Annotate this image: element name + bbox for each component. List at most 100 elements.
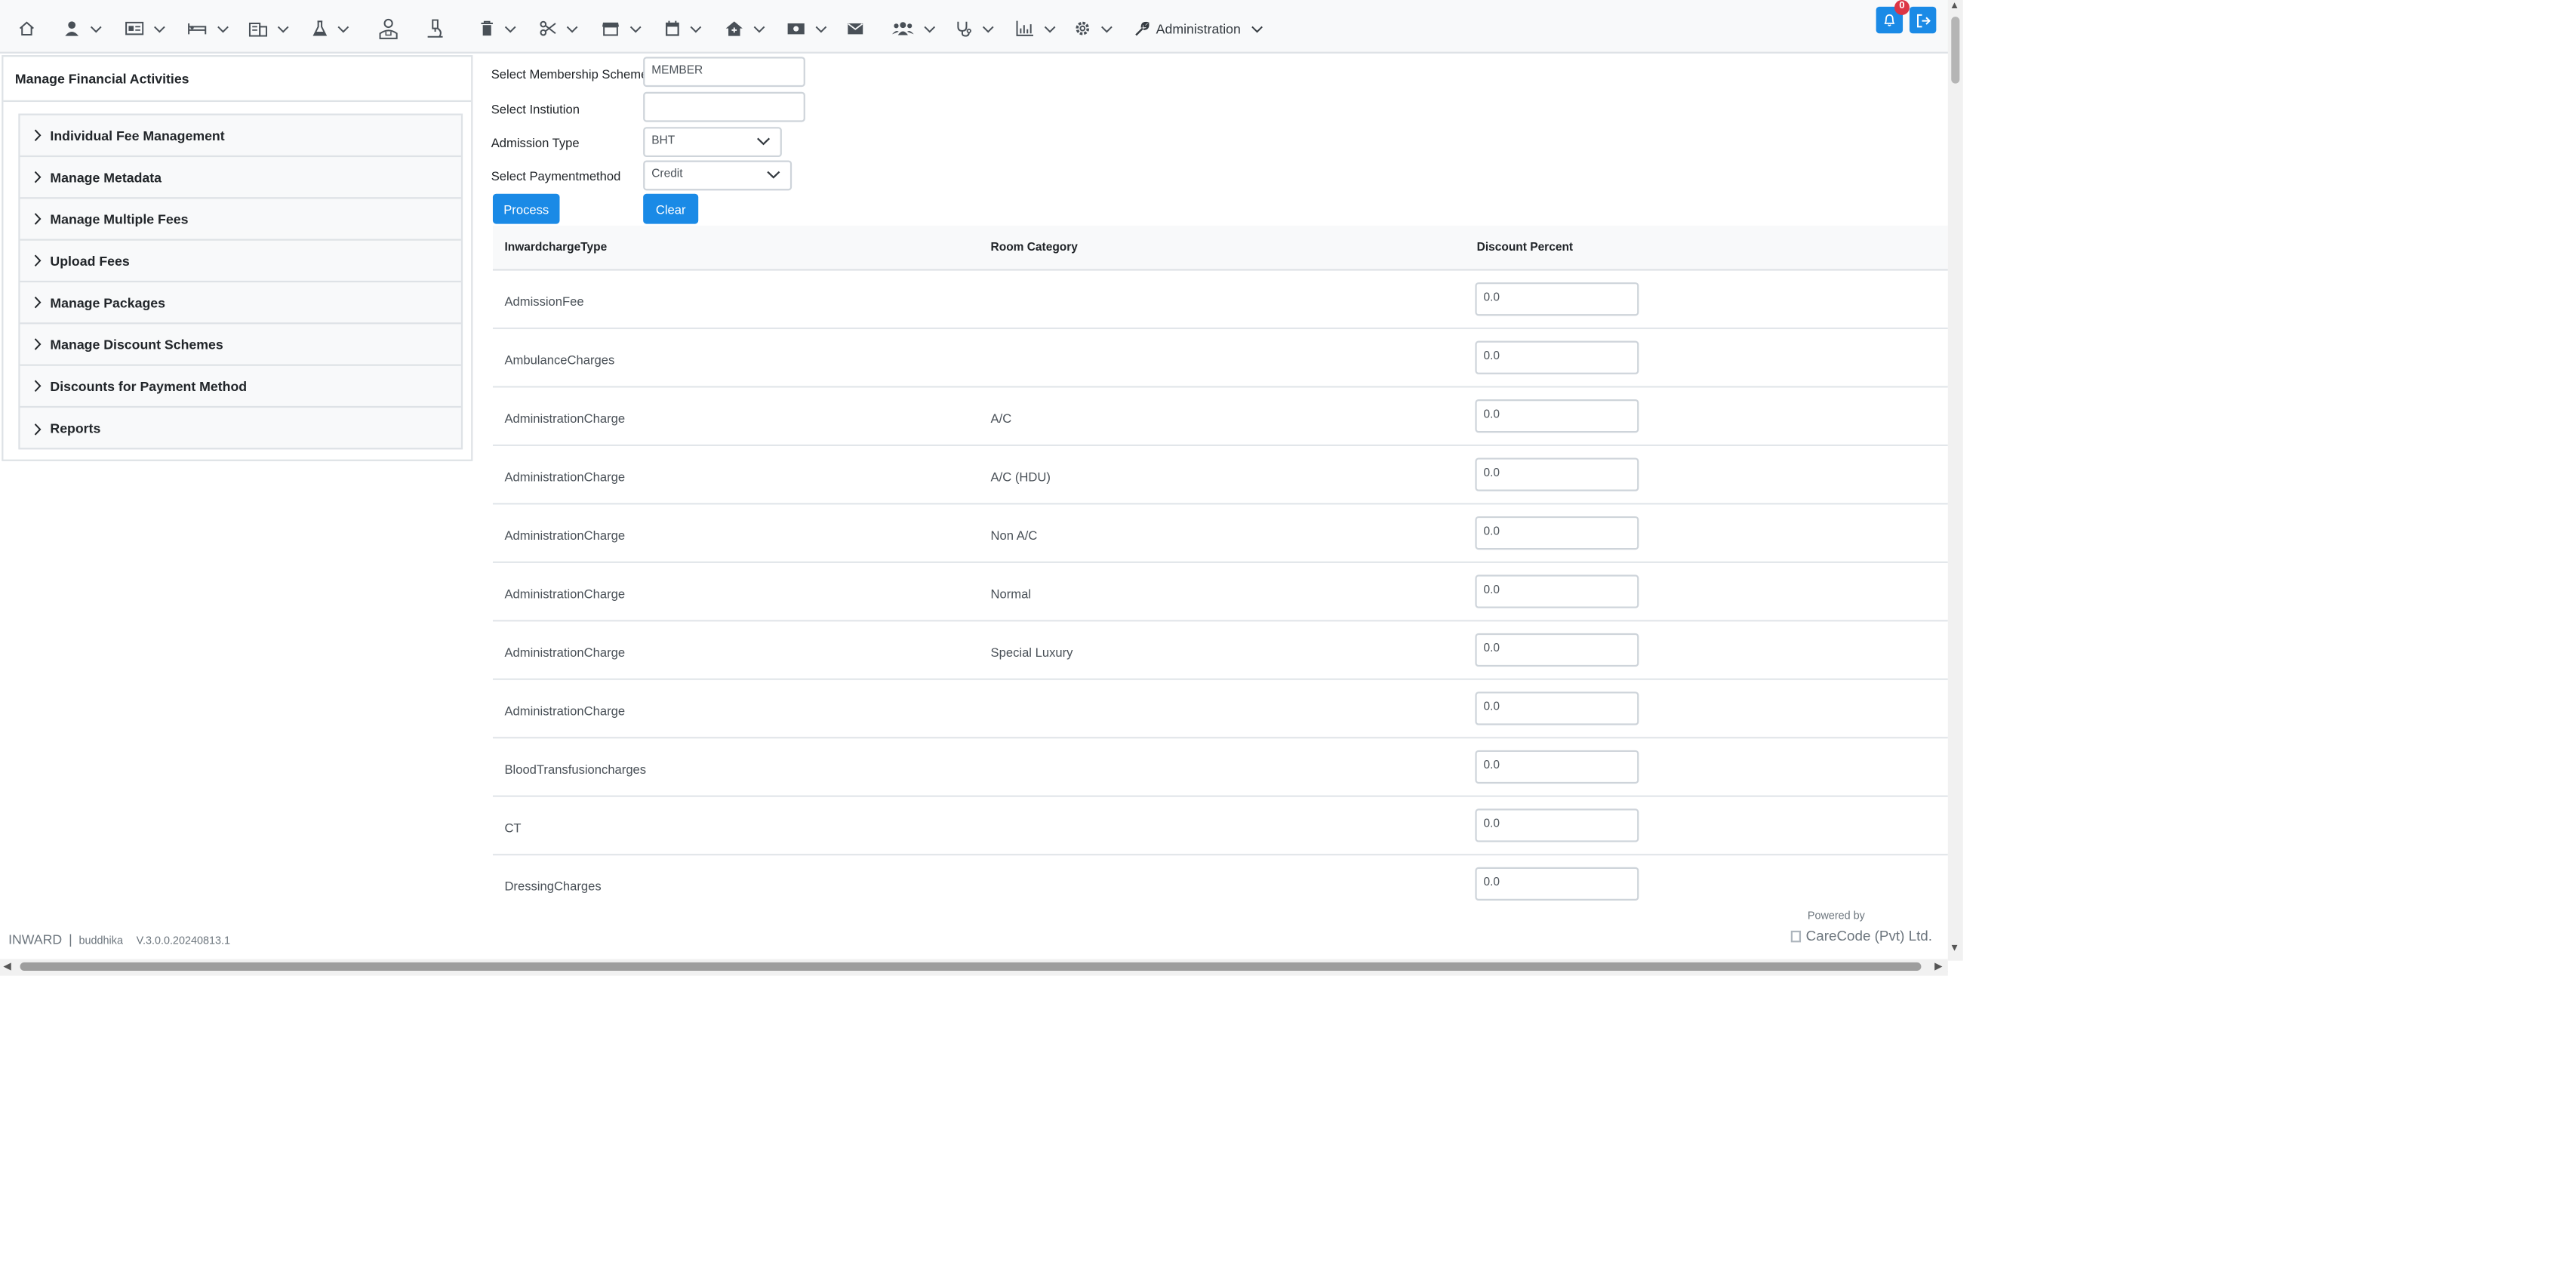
powered-by-text: Powered by xyxy=(1807,910,1865,922)
discount-percent-input[interactable]: 0.0 xyxy=(1475,691,1639,725)
payment-method-select[interactable]: Credit xyxy=(643,160,792,191)
discount-percent-input[interactable]: 0.0 xyxy=(1475,340,1639,374)
room-category-cell: A/C (HDU) xyxy=(990,469,1051,485)
chevron-right-icon xyxy=(34,129,42,142)
sidebar-item-manage-discount-schemes[interactable]: Manage Discount Schemes xyxy=(20,324,461,366)
sidebar-item-label: Discounts for Payment Method xyxy=(50,378,248,394)
sidebar-item-label: Reports xyxy=(50,420,101,436)
notification-button[interactable]: 0 xyxy=(1876,0,1910,34)
column-header-discount-percent: Discount Percent xyxy=(1476,242,1574,254)
chevron-down-icon xyxy=(566,25,578,32)
discount-percent-input[interactable]: 0.0 xyxy=(1475,574,1639,608)
chevron-right-icon xyxy=(34,171,42,183)
sidebar-item-manage-metadata[interactable]: Manage Metadata xyxy=(20,157,461,199)
discount-percent-input[interactable]: 0.0 xyxy=(1475,808,1639,842)
administration-label: Administration xyxy=(1156,20,1241,36)
chevron-down-icon xyxy=(337,25,349,32)
process-button[interactable]: Process xyxy=(492,193,560,224)
inward-charge-type-cell: CT xyxy=(504,820,522,836)
clear-button[interactable]: Clear xyxy=(643,193,699,224)
chevron-right-icon xyxy=(34,380,42,393)
microscope-icon[interactable] xyxy=(426,15,444,42)
horizontal-scrollbar[interactable]: ◀ ▶ xyxy=(0,959,1948,976)
sidebar-item-discounts-for-payment-method[interactable]: Discounts for Payment Method xyxy=(20,366,461,408)
channelling-menu[interactable] xyxy=(725,15,765,42)
hr-menu[interactable] xyxy=(891,15,936,42)
inward-charge-type-cell: AdministrationCharge xyxy=(504,703,626,719)
table-row: DressingCharges 0.0 xyxy=(492,855,1948,914)
table-row: BloodTransfusioncharges 0.0 xyxy=(492,738,1948,797)
store-icon xyxy=(602,22,620,36)
payment-method-label: Select Paymentmethod xyxy=(491,168,621,184)
inward-menu[interactable] xyxy=(187,15,229,42)
chevron-down-icon xyxy=(767,171,780,179)
scroll-left-arrow-icon[interactable]: ◀ xyxy=(3,961,11,972)
admission-type-value: BHT xyxy=(651,135,676,147)
vertical-scrollbar[interactable]: ▲ ▼ xyxy=(1947,0,1963,961)
appointment-menu[interactable] xyxy=(665,15,702,42)
sidebar-item-label: Manage Packages xyxy=(50,294,165,310)
chevron-right-icon xyxy=(34,338,42,350)
discount-percent-input[interactable]: 0.0 xyxy=(1475,516,1639,550)
sidebar-item-manage-packages[interactable]: Manage Packages xyxy=(20,282,461,325)
settings-menu[interactable] xyxy=(1074,15,1113,42)
membership-scheme-input[interactable]: MEMBER xyxy=(643,57,805,88)
chart-icon xyxy=(1016,20,1033,36)
doctor-icon[interactable] xyxy=(377,15,399,42)
stethoscope-icon xyxy=(957,21,971,37)
reports-menu[interactable] xyxy=(1016,15,1056,42)
theatre-menu[interactable] xyxy=(540,15,578,42)
discount-percent-input[interactable]: 0.0 xyxy=(1475,633,1639,667)
logout-button[interactable] xyxy=(1909,6,1937,34)
sidebar-item-upload-fees[interactable]: Upload Fees xyxy=(20,241,461,283)
inward-charge-type-cell: AdministrationCharge xyxy=(504,528,626,544)
trash-icon xyxy=(481,20,493,36)
discount-percent-input[interactable]: 0.0 xyxy=(1475,399,1639,433)
scissors-icon xyxy=(540,20,556,36)
chevron-right-icon xyxy=(34,296,42,309)
sidebar-item-manage-multiple-fees[interactable]: Manage Multiple Fees xyxy=(20,199,461,241)
wrench-icon xyxy=(1135,20,1150,35)
scroll-right-arrow-icon[interactable]: ▶ xyxy=(1934,961,1942,972)
payment-method-value: Credit xyxy=(651,168,683,181)
administration-menu[interactable]: Administration xyxy=(1134,15,1263,42)
discount-percent-input[interactable]: 0.0 xyxy=(1475,750,1639,784)
sidebar-item-label: Manage Multiple Fees xyxy=(50,211,189,226)
table-row: AdministrationCharge A/C (HDU) 0.0 xyxy=(492,446,1948,505)
clinic-menu[interactable] xyxy=(956,15,994,42)
logout-icon xyxy=(1916,13,1930,27)
inward-charge-type-cell: AdministrationCharge xyxy=(504,411,626,427)
sidebar-item-label: Manage Metadata xyxy=(50,169,162,185)
vertical-scrollbar-thumb[interactable] xyxy=(1951,17,1960,84)
column-header-inward-charge-type: InwardchargeType xyxy=(504,242,608,254)
scroll-down-arrow-icon[interactable]: ▼ xyxy=(1950,944,1959,954)
cash-icon xyxy=(787,23,805,35)
store-menu[interactable] xyxy=(602,15,642,42)
envelope-icon[interactable] xyxy=(847,15,863,42)
room-category-cell: Special Luxury xyxy=(990,645,1073,661)
chevron-down-icon xyxy=(1101,25,1113,32)
patient-menu[interactable] xyxy=(63,15,102,42)
opd-menu[interactable] xyxy=(125,15,165,42)
discount-percent-input[interactable]: 0.0 xyxy=(1475,282,1639,316)
pharmacy-menu[interactable] xyxy=(479,15,516,42)
lab-menu[interactable] xyxy=(312,15,349,42)
sidebar-panel: Manage Financial Activities Individual F… xyxy=(2,55,473,461)
discount-percent-input[interactable]: 0.0 xyxy=(1475,457,1639,491)
sidebar-item-reports[interactable]: Reports xyxy=(20,408,461,449)
inward-charge-type-cell: AdministrationCharge xyxy=(504,586,626,602)
horizontal-scrollbar-thumb[interactable] xyxy=(20,962,1922,971)
admission-type-select[interactable]: BHT xyxy=(643,127,782,158)
chevron-down-icon xyxy=(982,25,994,32)
sidebar-item-individual-fee-management[interactable]: Individual Fee Management xyxy=(20,115,461,158)
discount-percent-input[interactable]: 0.0 xyxy=(1475,867,1639,901)
home-icon[interactable] xyxy=(18,15,35,42)
company-logo[interactable]: CareCode (Pvt) Ltd. xyxy=(1790,927,1933,944)
institution-input[interactable] xyxy=(643,91,805,122)
cashier-menu[interactable] xyxy=(787,15,827,42)
bell-icon xyxy=(1884,14,1895,26)
institution-menu[interactable] xyxy=(248,15,289,42)
company-name: CareCode (Pvt) Ltd. xyxy=(1805,927,1933,944)
scroll-up-arrow-icon[interactable]: ▲ xyxy=(1950,2,1959,11)
broken-image-icon xyxy=(1790,929,1802,942)
